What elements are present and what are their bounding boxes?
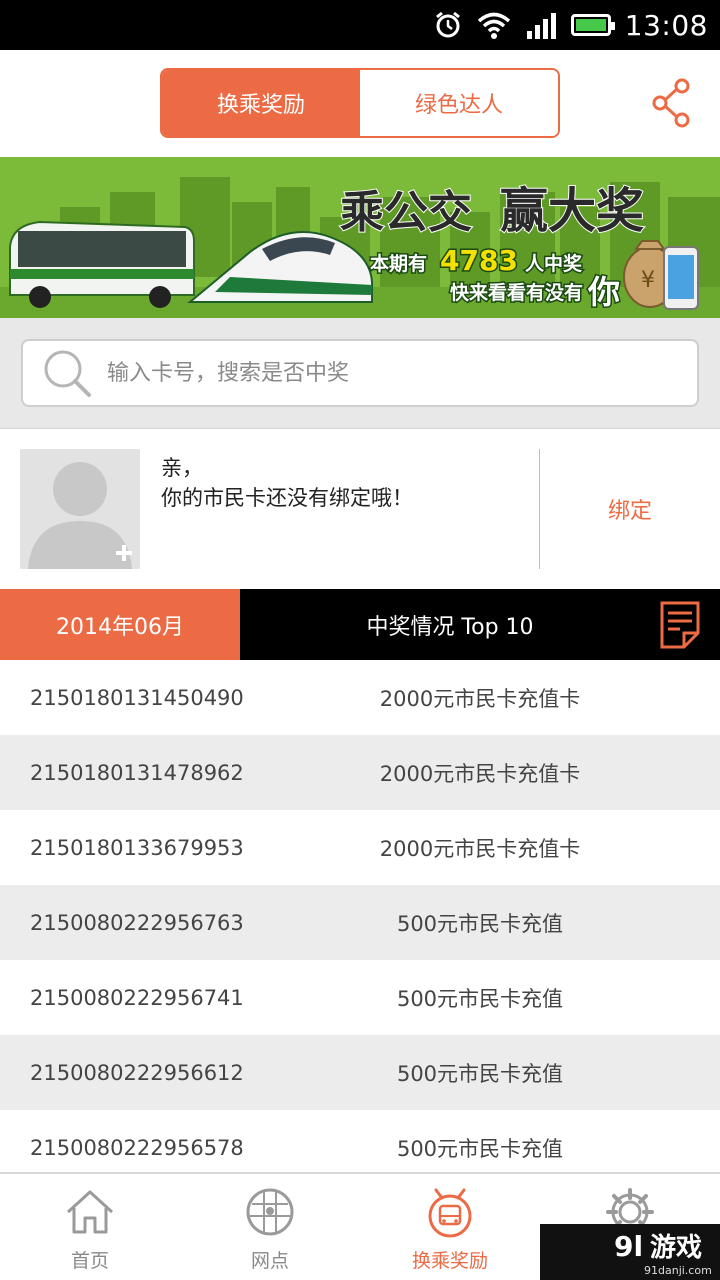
tab-home[interactable]: 首页	[0, 1174, 180, 1280]
card-number: 2150180131450490	[30, 685, 244, 710]
search-box[interactable]	[21, 339, 699, 407]
prize-text: 2000元市民卡充值卡	[379, 836, 581, 861]
note-icon[interactable]	[658, 599, 702, 651]
segment-control: 换乘奖励 绿色达人	[160, 68, 560, 138]
banner-winner-count: 4783	[440, 244, 518, 277]
alarm-icon	[435, 11, 460, 38]
watermark-text: 游戏	[650, 1233, 702, 1263]
battery-icon	[570, 14, 615, 36]
bus-reward-icon	[428, 1188, 472, 1238]
card-number: 2150080222956741	[30, 985, 244, 1010]
bind-button[interactable]: 绑定	[540, 449, 720, 569]
table-row: 2150180131450490 2000元市民卡充值卡	[0, 660, 720, 735]
clock: 13:08	[624, 8, 708, 42]
watermark-url: 91danji.com	[644, 1264, 712, 1277]
banner-line1-prefix: 本期有	[370, 252, 427, 275]
prize-text: 2000元市民卡充值卡	[379, 761, 581, 786]
phone-icon	[663, 246, 699, 310]
prize-text: 2000元市民卡充值卡	[379, 686, 581, 711]
tab-outlets[interactable]: 网点	[180, 1174, 360, 1280]
card-number: 2150180133679953	[30, 835, 244, 860]
yuan-symbol: ¥	[641, 268, 655, 293]
table-row: 2150080222956612 500元市民卡充值	[0, 1035, 720, 1110]
search-input[interactable]	[107, 360, 667, 386]
promo-banner[interactable]: 乘公交 赢大奖 本期有 4783 人中奖 快来看看有没有 你 ¥	[0, 157, 720, 318]
card-number: 2150080222956578	[30, 1135, 244, 1160]
greeting-text: 亲，	[161, 456, 203, 480]
card-number: 2150080222956763	[30, 910, 244, 935]
banner-line2: 快来看看有没有	[450, 281, 583, 304]
home-icon	[66, 1190, 114, 1234]
wifi-icon	[477, 12, 510, 39]
card-number: 2150180131478962	[30, 760, 244, 785]
winners-title: 中奖情况 Top 10	[366, 614, 534, 640]
prize-text: 500元市民卡充值	[396, 911, 564, 936]
bus-illustration	[9, 220, 195, 308]
banner-line1-suffix: 人中奖	[525, 252, 583, 275]
prize-text: 500元市民卡充值	[396, 1136, 564, 1161]
signal-icon	[526, 13, 556, 39]
month-selector[interactable]: 2014年06月	[0, 589, 240, 660]
banner-headline-right: 赢大奖	[500, 183, 644, 239]
banner-line2-big: 你	[587, 273, 620, 311]
search-section	[0, 318, 720, 429]
tab-transfer-reward-nav[interactable]: 换乘奖励	[360, 1174, 540, 1280]
table-row: 2150080222956741 500元市民卡充值	[0, 960, 720, 1035]
site-watermark: 9l 游戏 91danji.com	[540, 1224, 720, 1280]
tab-home-label: 首页	[70, 1250, 109, 1272]
share-icon[interactable]	[652, 78, 692, 128]
app-screen: 13:08 换乘奖励 绿色达人 乘公交 赢大奖 本期有 4783 人中奖 快来看…	[0, 0, 720, 1280]
card-number: 2150080222956612	[30, 1060, 244, 1085]
avatar[interactable]	[20, 449, 140, 569]
tab-outlets-label: 网点	[250, 1250, 289, 1272]
banner-headline-left: 乘公交	[340, 187, 472, 238]
map-grid-icon	[246, 1188, 294, 1236]
top-header: 换乘奖励 绿色达人	[0, 50, 720, 157]
tab-transfer-reward-label: 换乘奖励	[411, 1250, 488, 1272]
tab-green-expert[interactable]: 绿色达人	[360, 70, 558, 136]
table-row: 2150080222956763 500元市民卡充值	[0, 885, 720, 960]
default-avatar-icon	[20, 449, 140, 569]
watermark-logo: 9l	[614, 1230, 643, 1263]
status-bar: 13:08	[0, 0, 720, 50]
tab-transfer-reward[interactable]: 换乘奖励	[162, 70, 360, 136]
prize-text: 500元市民卡充值	[396, 1061, 564, 1086]
prize-text: 500元市民卡充值	[396, 986, 564, 1011]
winners-list: 2150180131450490 2000元市民卡充值卡 21501801314…	[0, 660, 720, 1185]
unbound-message: 你的市民卡还没有绑定哦！	[161, 486, 413, 510]
search-icon	[44, 350, 91, 397]
winners-header: 2014年06月 中奖情况 Top 10	[0, 589, 720, 660]
table-row: 2150180133679953 2000元市民卡充值卡	[0, 810, 720, 885]
table-row: 2150180131478962 2000元市民卡充值卡	[0, 735, 720, 810]
user-card-section: 亲， 你的市民卡还没有绑定哦！ 绑定	[0, 429, 720, 589]
